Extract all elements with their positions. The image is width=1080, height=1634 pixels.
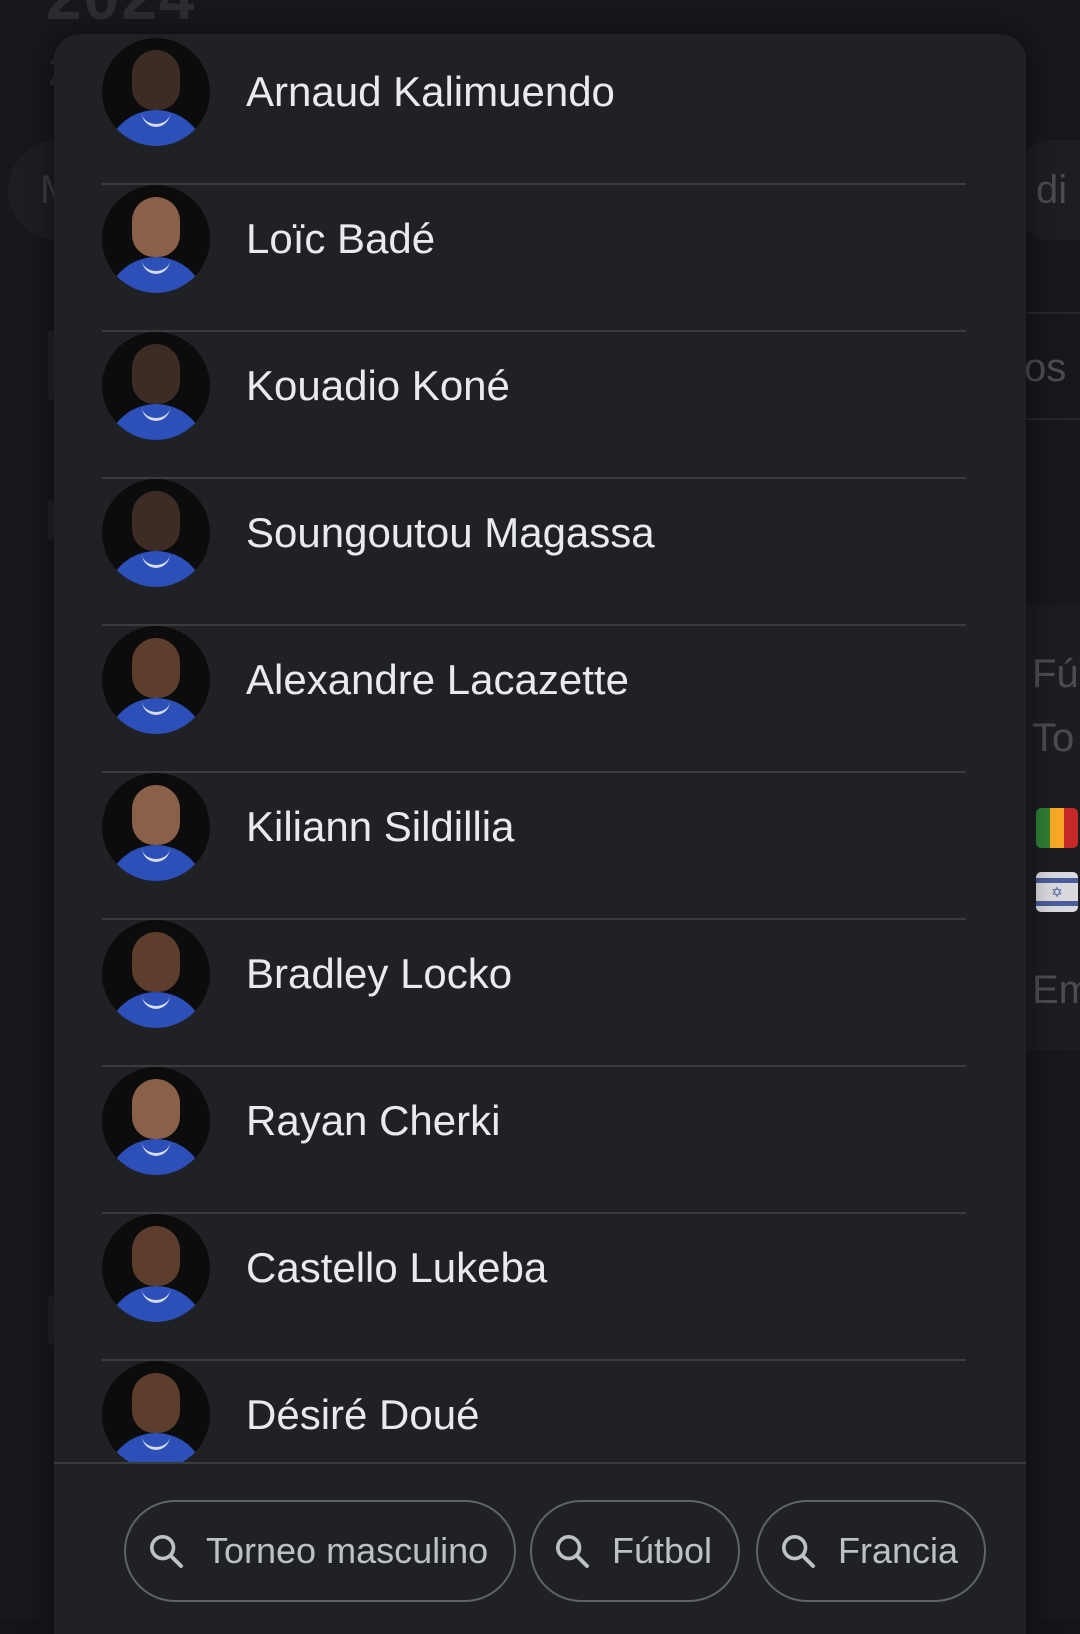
search-chip-bar: Torneo masculino Fútbol Francia	[54, 1462, 1026, 1634]
player-name: Loïc Badé	[246, 215, 436, 262]
search-chip-torneo-masculino[interactable]: Torneo masculino	[124, 1500, 517, 1602]
search-icon	[556, 1535, 589, 1568]
player-list: Arnaud Kalimuendo Loïc Badé Kouadio Koné…	[54, 34, 1026, 1462]
player-name: Désiré Doué	[246, 1391, 480, 1438]
background-text-1: di	[1036, 168, 1068, 212]
search-chip-francia[interactable]: Francia	[756, 1500, 987, 1602]
player-name: Kiliann Sildillia	[246, 803, 515, 850]
player-avatar	[102, 1361, 210, 1462]
player-name: Bradley Locko	[246, 950, 513, 997]
background-title: 2024	[46, 0, 196, 34]
player-avatar	[102, 185, 210, 293]
background-text-4: To	[1032, 716, 1075, 760]
background-text-5: Em	[1032, 968, 1080, 1012]
background-text-2: os	[1024, 346, 1067, 390]
player-row-doue[interactable]: Désiré Doué	[102, 1361, 966, 1462]
player-row-kalimuendo[interactable]: Arnaud Kalimuendo	[102, 38, 966, 185]
chip-label: Fútbol	[612, 1530, 713, 1571]
player-avatar	[102, 773, 210, 881]
player-name: Castello Lukeba	[246, 1244, 548, 1291]
player-row-magassa[interactable]: Soungoutou Magassa	[102, 479, 966, 626]
player-avatar	[102, 332, 210, 440]
search-icon	[150, 1535, 183, 1568]
player-name: Alexandre Lacazette	[246, 656, 629, 703]
israel-flag-icon: ✡	[1036, 872, 1078, 912]
player-row-locko[interactable]: Bradley Locko	[102, 920, 966, 1067]
player-row-kone[interactable]: Kouadio Koné	[102, 332, 966, 479]
chip-label: Torneo masculino	[206, 1530, 489, 1571]
player-row-lacazette[interactable]: Alexandre Lacazette	[102, 626, 966, 773]
player-name: Rayan Cherki	[246, 1097, 501, 1144]
player-name: Soungoutou Magassa	[246, 509, 655, 556]
player-row-bade[interactable]: Loïc Badé	[102, 185, 966, 332]
player-row-cherki[interactable]: Rayan Cherki	[102, 1067, 966, 1214]
player-avatar	[102, 1214, 210, 1322]
player-avatar	[102, 626, 210, 734]
player-row-lukeba[interactable]: Castello Lukeba	[102, 1214, 966, 1361]
background-text-3: Fú	[1032, 652, 1079, 696]
mali-flag-icon	[1036, 808, 1078, 848]
player-avatar	[102, 920, 210, 1028]
chip-label: Francia	[838, 1530, 959, 1571]
player-avatar	[102, 1067, 210, 1175]
search-chip-futbol[interactable]: Fútbol	[530, 1500, 741, 1602]
player-dropdown-panel: Arnaud Kalimuendo Loïc Badé Kouadio Koné…	[54, 34, 1026, 1634]
search-icon	[782, 1535, 815, 1568]
background-divider	[1020, 312, 1080, 314]
player-avatar	[102, 38, 210, 146]
background-divider	[1020, 418, 1080, 420]
player-avatar	[102, 479, 210, 587]
player-name: Kouadio Koné	[246, 362, 510, 409]
player-row-sildillia[interactable]: Kiliann Sildillia	[102, 773, 966, 920]
player-name: Arnaud Kalimuendo	[246, 68, 615, 115]
